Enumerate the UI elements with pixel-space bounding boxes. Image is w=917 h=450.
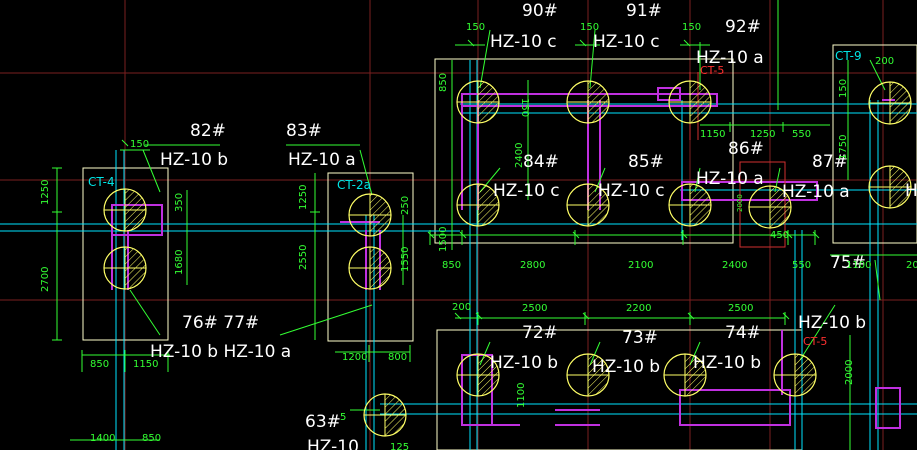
cap-label-ct4: CT-4 — [88, 175, 115, 189]
dim-450: 450 — [770, 230, 789, 241]
dim-1250-c: 1250 — [750, 129, 775, 140]
pile-type-74: HZ-10 b — [693, 353, 761, 373]
dim-2100: 2100 — [628, 260, 653, 271]
dim-2000-b: 2000 — [844, 360, 855, 385]
pile-75 — [773, 353, 817, 397]
dim-2550: 2550 — [298, 245, 309, 270]
magenta-beams — [111, 87, 901, 429]
pile-number-83: 83# — [286, 121, 322, 141]
dim-125: 125 — [390, 442, 409, 450]
pile-92 — [668, 80, 712, 124]
pile-type-87: HZ-10 a — [782, 182, 850, 202]
pile-number-92: 92# — [725, 17, 761, 37]
pile-76 — [103, 246, 147, 290]
dim-550-a: 550 — [792, 129, 811, 140]
pile-number-90: 90# — [522, 1, 558, 21]
pile-type-90: HZ-10 c — [490, 32, 557, 52]
dim-250: 250 — [400, 196, 411, 215]
dim-2400-a: 2400 — [514, 143, 525, 168]
pile-83 — [348, 193, 392, 237]
pile-type-83: HZ-10 a — [288, 150, 356, 170]
pile-type-73: HZ-10 b — [592, 357, 660, 377]
pile-type-63: HZ-10 — [307, 437, 359, 450]
dim-150-d: 150 — [682, 22, 701, 33]
dim-2700: 2700 — [40, 267, 51, 292]
dim-200-c: 200 — [875, 56, 894, 67]
cap-label-ct5-bottom: CT-5 — [803, 335, 827, 348]
pile-number-82: 82# — [190, 121, 226, 141]
dim-1680: 1680 — [174, 250, 185, 275]
dim-2000-a: 2000 — [736, 194, 744, 212]
dim-5: 5 — [340, 412, 346, 423]
dim-200-b: 200 — [906, 260, 917, 271]
pile-type-86: HZ-10 a — [696, 169, 764, 189]
dim-2200: 2200 — [626, 303, 651, 314]
dim-1100-a: 1100 — [516, 383, 527, 408]
dim-150-c: 150 — [580, 22, 599, 33]
pile-right-top — [868, 81, 912, 125]
dim-150-a: 150 — [130, 139, 149, 150]
dim-1400: 1400 — [90, 433, 115, 444]
dim-2500-b: 2500 — [728, 303, 753, 314]
cad-drawing: CT-4 CT-2a CT-5 CT-5 CT-9 82# HZ-10 b 83… — [0, 0, 917, 450]
pile-91 — [566, 80, 610, 124]
pile-type-91: HZ-10 c — [593, 32, 660, 52]
pile-number-72: 72# — [522, 323, 558, 343]
dim-350: 350 — [174, 193, 185, 212]
dim-1750: 1750 — [838, 135, 849, 160]
pile-type-75: HZ-10 b — [798, 313, 866, 333]
pile-type-right: H — [905, 181, 917, 201]
dim-1250-a: 1250 — [40, 180, 51, 205]
pile-type-84: HZ-10 c — [493, 181, 560, 201]
pile-number-85: 85# — [628, 152, 664, 172]
dim-1500: 1500 — [438, 227, 449, 252]
pile-82 — [103, 188, 147, 232]
pile-type-82: HZ-10 b — [160, 150, 228, 170]
dim-800: 800 — [388, 352, 407, 363]
pile-number-74: 74# — [725, 323, 761, 343]
dim-550-b: 550 — [792, 260, 811, 271]
dim-150-e: 150 — [519, 98, 530, 117]
pile-86 — [668, 183, 712, 227]
pile-63 — [363, 393, 407, 437]
dim-850-b: 850 — [438, 73, 449, 92]
dim-2500-a: 2500 — [522, 303, 547, 314]
dim-850-c: 850 — [442, 260, 461, 271]
dim-1100-b: 1100 — [846, 260, 871, 271]
dim-200-a: 200 — [452, 302, 471, 313]
pile-90 — [456, 80, 500, 124]
cap-label-ct9: CT-9 — [835, 49, 862, 63]
pile-77 — [348, 246, 392, 290]
pile-number-84: 84# — [523, 152, 559, 172]
dim-1550: 1550 — [400, 247, 411, 272]
pile-number-91: 91# — [626, 1, 662, 21]
pile-type-92: HZ-10 a — [696, 48, 764, 68]
dim-1150-a: 1150 — [133, 359, 158, 370]
pile-type-85: HZ-10 c — [598, 181, 665, 201]
dim-150-b: 150 — [466, 22, 485, 33]
cap-label-ct2a: CT-2a — [337, 178, 371, 192]
dim-1150-b: 1150 — [700, 129, 725, 140]
pile-number-86: 86# — [728, 139, 764, 159]
pile-type-72: HZ-10 b — [490, 353, 558, 373]
pile-type-76-77: HZ-10 b HZ-10 a — [150, 342, 291, 362]
pile-number-76-77: 76# 77# — [182, 313, 259, 333]
dim-850-a: 850 — [90, 359, 109, 370]
dim-1250-b: 1250 — [298, 185, 309, 210]
dim-150-f: 150 — [838, 79, 849, 98]
dim-2400-b: 2400 — [722, 260, 747, 271]
dim-2800: 2800 — [520, 260, 545, 271]
pile-number-73: 73# — [622, 328, 658, 348]
dim-850-d: 850 — [142, 433, 161, 444]
pile-number-63: 63# — [305, 412, 341, 432]
dim-1200: 1200 — [342, 352, 367, 363]
